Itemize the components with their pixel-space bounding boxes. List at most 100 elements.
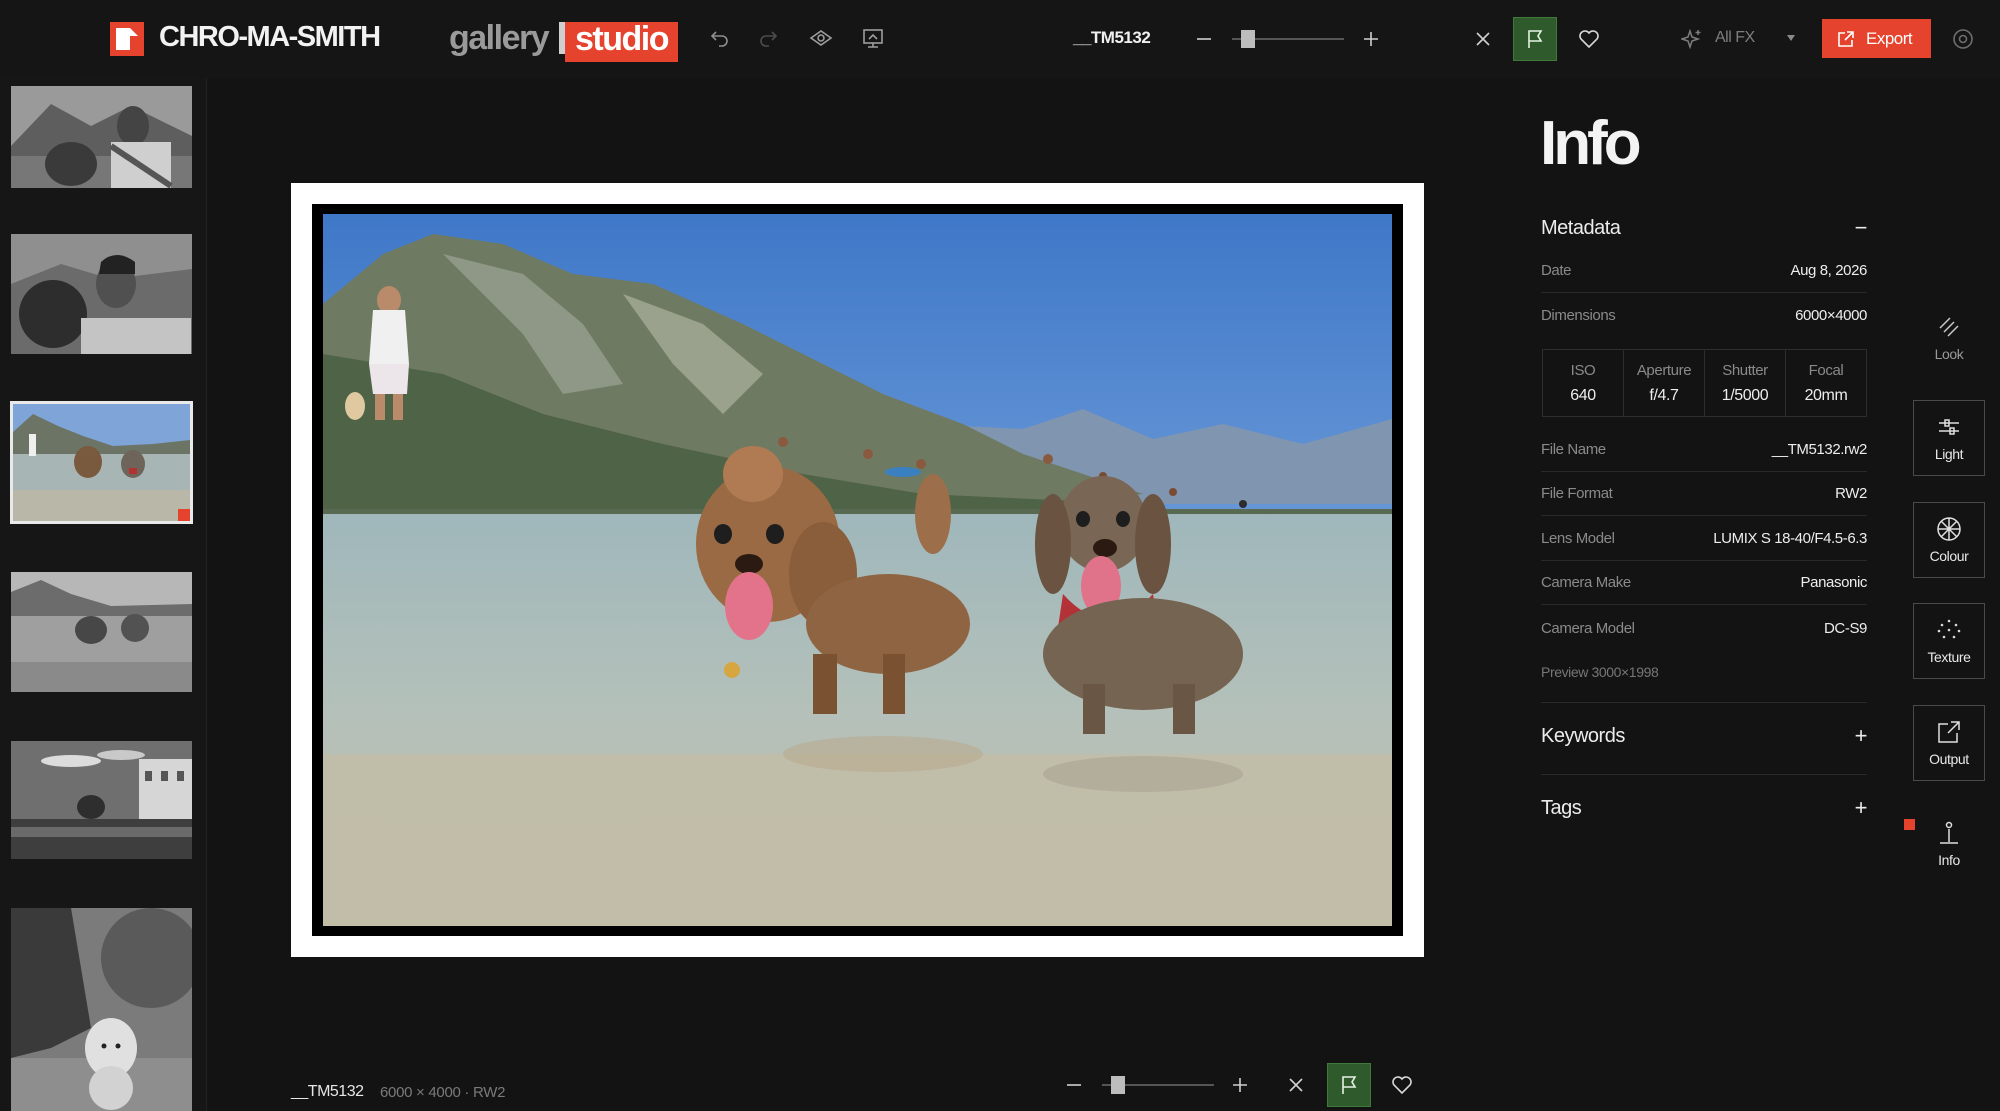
allfx-button[interactable] xyxy=(1680,27,1704,51)
eye-icon xyxy=(809,30,833,46)
minus-icon xyxy=(1067,1084,1081,1086)
plus-icon xyxy=(1364,32,1378,46)
light-icon xyxy=(1939,419,1959,435)
heart-icon xyxy=(1579,30,1599,49)
main-photo[interactable] xyxy=(323,214,1392,926)
camera-model-label: Camera Model xyxy=(1541,619,1635,637)
metadata-make-row: Camera Make Panasonic xyxy=(1541,561,1867,605)
settings-icon xyxy=(1953,29,1973,49)
exif-aperture: Aperture f/4.7 xyxy=(1624,350,1705,416)
zoom-in-button[interactable] xyxy=(1360,28,1382,50)
rail-look-button[interactable]: Look xyxy=(1913,300,1985,376)
thumbnail-image xyxy=(11,908,192,1111)
bottom-filename: __TM5132 xyxy=(291,1083,364,1100)
tags-section-header[interactable]: Tags + xyxy=(1541,795,1868,821)
file-name-label: File Name xyxy=(1541,441,1606,458)
look-icon xyxy=(1939,317,1959,337)
mode-studio-label: studio xyxy=(565,22,678,62)
dimensions-value: 6000×4000 xyxy=(1795,306,1867,324)
current-filename: __TM5132 xyxy=(1073,28,1151,47)
compare-button[interactable] xyxy=(860,26,886,50)
colour-icon xyxy=(1937,517,1961,541)
rail-label: Colour xyxy=(1929,548,1969,564)
dropdown-icon xyxy=(1787,35,1795,41)
metadata-heading: Metadata xyxy=(1541,216,1621,239)
thumbnail-image xyxy=(11,86,192,188)
flag-button[interactable] xyxy=(1513,17,1557,61)
file-format-value: RW2 xyxy=(1835,485,1867,502)
camera-model-value: DC-S9 xyxy=(1823,619,1867,637)
redo-icon xyxy=(760,31,778,47)
bottom-reject-button[interactable] xyxy=(1285,1074,1307,1096)
metadata-section-header[interactable]: Metadata − xyxy=(1541,215,1868,241)
preview-size: Preview 3000×1998 xyxy=(1541,664,1659,680)
bottom-zoom-out-button[interactable] xyxy=(1063,1074,1085,1096)
top-bar: CHRO-MA-SMITH gallery studio __TM5132 Al… xyxy=(0,0,2000,78)
metadata-filename-row: File Name __TM5132.rw2 xyxy=(1541,428,1867,472)
metadata-date-row: Date Aug 8, 2026 xyxy=(1541,249,1867,293)
dimensions-label: Dimensions xyxy=(1541,306,1616,324)
export-button[interactable]: Export xyxy=(1822,19,1931,58)
rail-output-button[interactable]: Output xyxy=(1913,705,1985,781)
expand-icon[interactable]: + xyxy=(1855,795,1868,821)
date-label: Date xyxy=(1541,262,1572,279)
undo-icon xyxy=(710,31,728,47)
flag-icon xyxy=(1342,1076,1357,1094)
exif-grid: ISO 640 Aperture f/4.7 Shutter 1/5000 Fo… xyxy=(1542,349,1867,417)
allfx-dropdown[interactable] xyxy=(1785,32,1797,44)
rail-label: Output xyxy=(1929,751,1969,767)
thumbnail[interactable] xyxy=(11,234,192,354)
metadata-lens-row: Lens Model LUMIX S 18-40/F4.5-6.3 xyxy=(1541,517,1867,561)
exif-value: 1/5000 xyxy=(1721,386,1769,404)
tags-heading: Tags xyxy=(1541,796,1582,819)
exif-value: f/4.7 xyxy=(1649,386,1679,404)
panel-title: Info xyxy=(1540,109,1642,178)
thumbnail[interactable] xyxy=(11,572,192,692)
rail-label: Info xyxy=(1938,852,1960,868)
thumbnail-selected[interactable] xyxy=(10,401,193,524)
section-divider xyxy=(1541,702,1867,703)
file-name-value: __TM5132.rw2 xyxy=(1771,441,1868,458)
mode-gallery-tab[interactable]: gallery xyxy=(449,19,550,58)
selected-indicator xyxy=(178,509,190,521)
rail-light-button[interactable]: Light xyxy=(1913,400,1985,476)
allfx-label[interactable]: All FX xyxy=(1715,29,1755,47)
rail-colour-button[interactable]: Colour xyxy=(1913,502,1985,578)
thumbnail[interactable] xyxy=(11,86,192,188)
collapse-icon[interactable]: − xyxy=(1855,215,1868,241)
sparkle-icon xyxy=(1681,28,1701,50)
exif-value: 20mm xyxy=(1804,386,1848,404)
file-format-label: File Format xyxy=(1541,485,1613,502)
preview-toggle-button[interactable] xyxy=(808,26,834,50)
rail-label: Texture xyxy=(1927,649,1971,665)
lens-value: LUMIX S 18-40/F4.5-6.3 xyxy=(1713,530,1867,547)
flag-icon xyxy=(1528,30,1543,48)
export-icon xyxy=(1838,30,1854,47)
bottom-zoom-in-button[interactable] xyxy=(1229,1074,1251,1096)
keywords-heading: Keywords xyxy=(1541,724,1625,747)
zoom-out-button[interactable] xyxy=(1193,28,1215,50)
rail-label: Look xyxy=(1934,346,1964,362)
thumbnail-image xyxy=(11,572,192,692)
keywords-section-header[interactable]: Keywords + xyxy=(1541,723,1868,749)
mode-studio-tab[interactable]: studio xyxy=(559,22,683,62)
filmstrip xyxy=(0,78,207,1111)
thumbnail-image xyxy=(13,404,190,521)
bottom-file-meta: 6000 × 4000 · RW2 xyxy=(380,1084,506,1101)
undo-button[interactable] xyxy=(708,26,732,50)
zoom-slider-handle[interactable] xyxy=(1241,30,1255,48)
expand-icon[interactable]: + xyxy=(1855,723,1868,749)
redo-button[interactable] xyxy=(756,26,780,50)
photo-border-white xyxy=(291,183,1424,957)
rail-info-button[interactable]: Info xyxy=(1913,806,1985,882)
bottom-zoom-slider-handle[interactable] xyxy=(1111,1076,1125,1094)
bottom-favorite-button[interactable] xyxy=(1389,1073,1415,1097)
metadata-model-row: Camera Model DC-S9 xyxy=(1541,606,1867,650)
favorite-button[interactable] xyxy=(1576,27,1602,51)
reject-button[interactable] xyxy=(1472,28,1494,50)
rail-texture-button[interactable]: Texture xyxy=(1913,603,1985,679)
bottom-flag-button[interactable] xyxy=(1327,1063,1371,1107)
thumbnail[interactable] xyxy=(11,741,192,859)
settings-button[interactable] xyxy=(1951,27,1975,51)
thumbnail[interactable] xyxy=(11,908,192,1111)
